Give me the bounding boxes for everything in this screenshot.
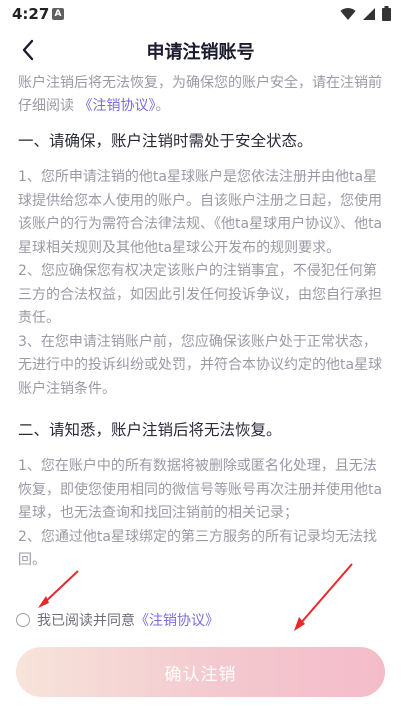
agreement-content[interactable]: 账户注销后将无法恢复，为确保您的账户安全，请在注销前仔细阅读 《注销协议》。 一…: [18, 72, 384, 594]
section2-item1: 1、您在账户中的所有数据将被删除或匿名化处理，且无法恢复，即使您使用相同的微信号…: [18, 458, 383, 521]
status-time: 4:27: [12, 5, 50, 23]
wifi-icon: [340, 7, 356, 20]
section2-title: 二、请知悉，账户注销后将无法恢复。: [18, 421, 282, 439]
agreement-row[interactable]: 我已阅读并同意 《注销协议》: [16, 610, 219, 630]
section1-item3: 3、在您申请注销账户前，您应确保该账户处于正常状态，无进行中的投诉纠纷或处罚，并…: [18, 333, 383, 397]
content-fade: [0, 560, 401, 600]
signal-icon: [363, 7, 375, 20]
section1-title: 一、请确保，账户注销时需处于安全状态。: [18, 132, 313, 150]
confirm-deregister-button[interactable]: 确认注销: [16, 647, 385, 697]
status-bar: 4:27 A: [0, 0, 401, 28]
notification-badge: A: [52, 8, 64, 20]
agree-text: 我已阅读并同意: [37, 613, 135, 629]
battery-icon: [382, 6, 391, 21]
page-title: 申请注销账号: [146, 42, 255, 63]
section1-item1: 1、您所申请注销的他ta星球账户是您依法注册并由他ta星球提供给您本人使用的账户…: [18, 169, 383, 256]
status-icons: [340, 6, 391, 21]
intro-end: 。: [155, 98, 170, 114]
intro-paragraph: 账户注销后将无法恢复，为确保您的账户安全，请在注销前仔细阅读 《注销协议》。: [18, 72, 384, 118]
confirm-label: 确认注销: [164, 664, 237, 685]
intro-text: 账户注销后将无法恢复，为确保您的账户安全，请在注销前仔细阅读: [18, 75, 382, 114]
agree-radio[interactable]: [16, 613, 30, 627]
agree-agreement-link[interactable]: 《注销协议》: [135, 610, 219, 630]
intro-agreement-link[interactable]: 《注销协议》: [78, 98, 155, 114]
header: 申请注销账号: [0, 30, 401, 70]
section1-item2: 2、您应确保您有权决定该账户的注销事宜，不侵犯任何第三方的合法权益，如因此引发任…: [18, 263, 382, 326]
